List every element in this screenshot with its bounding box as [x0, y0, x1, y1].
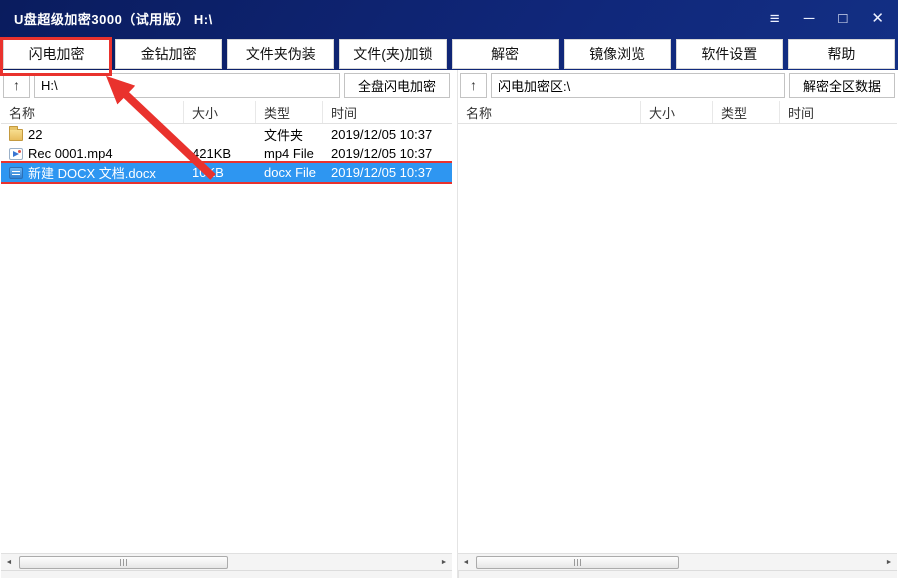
column-header-type[interactable]: 类型: [256, 101, 323, 123]
decrypt-all-button[interactable]: 解密全区数据: [789, 73, 895, 98]
left-horizontal-scrollbar[interactable]: ◄ ►: [1, 553, 452, 570]
app-window: U盘超级加密3000（试用版） H:\ ≡ ─ □ ✕ 闪电加密金钻加密文件夹伪…: [0, 0, 898, 578]
right-status-strip: [458, 570, 897, 578]
right-path-row: ↑ 解密全区数据: [458, 70, 897, 101]
encrypted-zone-panel: ↑ 解密全区数据 名称 大小 类型 时间 ◄ ►: [457, 70, 897, 578]
docx-file-icon: [9, 167, 23, 179]
scroll-left-icon[interactable]: ◄: [1, 554, 17, 570]
toolbar-button-wrap: 文件(夹)加锁: [339, 39, 446, 70]
left-path-input[interactable]: [34, 73, 340, 98]
minimize-icon[interactable]: ─: [804, 11, 815, 26]
main-area: ↑ 全盘闪电加密 名称 大小 类型 时间 22 文件夹 2019/12/05 1…: [0, 70, 898, 578]
toolbar-button-3[interactable]: 文件(夹)加锁: [339, 39, 446, 69]
toolbar-button-4[interactable]: 解密: [452, 39, 559, 69]
media-file-icon: [9, 148, 23, 160]
toolbar-button-6[interactable]: 软件设置: [676, 39, 783, 69]
scroll-left-icon[interactable]: ◄: [458, 554, 474, 570]
toolbar-button-wrap: 闪电加密: [3, 39, 110, 70]
encrypt-all-button[interactable]: 全盘闪电加密: [344, 73, 450, 98]
toolbar-button-1[interactable]: 金钻加密: [115, 39, 222, 69]
toolbar-button-5[interactable]: 镜像浏览: [564, 39, 671, 69]
folder-icon: [9, 129, 23, 141]
usb-files-panel: ↑ 全盘闪电加密 名称 大小 类型 时间 22 文件夹 2019/12/05 1…: [1, 70, 452, 578]
right-horizontal-scrollbar[interactable]: ◄ ►: [458, 553, 897, 570]
toolbar-button-wrap: 镜像浏览: [564, 39, 671, 70]
scroll-right-icon[interactable]: ►: [436, 554, 452, 570]
table-row-selected[interactable]: 新建 DOCX 文档.docx 10KB docx File 2019/12/0…: [1, 163, 452, 182]
maximize-icon[interactable]: □: [838, 11, 847, 26]
column-header-size[interactable]: 大小: [184, 101, 256, 123]
toolbar-button-wrap: 文件夹伪装: [227, 39, 334, 70]
toolbar-button-wrap: 帮助: [788, 39, 895, 70]
table-row[interactable]: 22 文件夹 2019/12/05 10:37: [1, 125, 452, 144]
left-status-strip: [1, 570, 452, 578]
right-file-list: [458, 124, 897, 553]
column-header-time[interactable]: 时间: [780, 101, 897, 123]
column-header-type[interactable]: 类型: [713, 101, 780, 123]
scrollbar-grip-icon: [574, 559, 581, 566]
toolbar: 闪电加密金钻加密文件夹伪装文件(夹)加锁解密镜像浏览软件设置帮助: [0, 36, 898, 70]
left-list-header: 名称 大小 类型 时间: [1, 101, 452, 124]
scroll-right-icon[interactable]: ►: [881, 554, 897, 570]
toolbar-button-2[interactable]: 文件夹伪装: [227, 39, 334, 69]
toolbar-button-wrap: 解密: [452, 39, 559, 70]
scrollbar-grip-icon: [120, 559, 127, 566]
left-path-row: ↑ 全盘闪电加密: [1, 70, 452, 101]
toolbar-button-wrap: 软件设置: [676, 39, 783, 70]
toolbar-button-7[interactable]: 帮助: [788, 39, 895, 69]
window-title: U盘超级加密3000（试用版） H:\: [14, 9, 213, 28]
right-list-header: 名称 大小 类型 时间: [458, 101, 897, 124]
right-path-input[interactable]: [491, 73, 785, 98]
left-file-list: 22 文件夹 2019/12/05 10:37 Rec 0001.mp4 421…: [1, 124, 452, 553]
column-header-time[interactable]: 时间: [323, 101, 452, 123]
scrollbar-thumb[interactable]: [476, 556, 679, 569]
title-bar: U盘超级加密3000（试用版） H:\ ≡ ─ □ ✕: [0, 0, 898, 36]
up-arrow-icon[interactable]: ↑: [460, 73, 487, 98]
up-arrow-icon[interactable]: ↑: [3, 73, 30, 98]
column-header-name[interactable]: 名称: [458, 101, 641, 123]
column-header-size[interactable]: 大小: [641, 101, 713, 123]
toolbar-button-wrap: 金钻加密: [115, 39, 222, 70]
scrollbar-thumb[interactable]: [19, 556, 228, 569]
toolbar-button-0[interactable]: 闪电加密: [3, 39, 110, 69]
column-header-name[interactable]: 名称: [1, 101, 184, 123]
close-icon[interactable]: ✕: [871, 11, 884, 26]
menu-icon[interactable]: ≡: [770, 10, 780, 27]
table-row[interactable]: Rec 0001.mp4 421KB mp4 File 2019/12/05 1…: [1, 144, 452, 163]
